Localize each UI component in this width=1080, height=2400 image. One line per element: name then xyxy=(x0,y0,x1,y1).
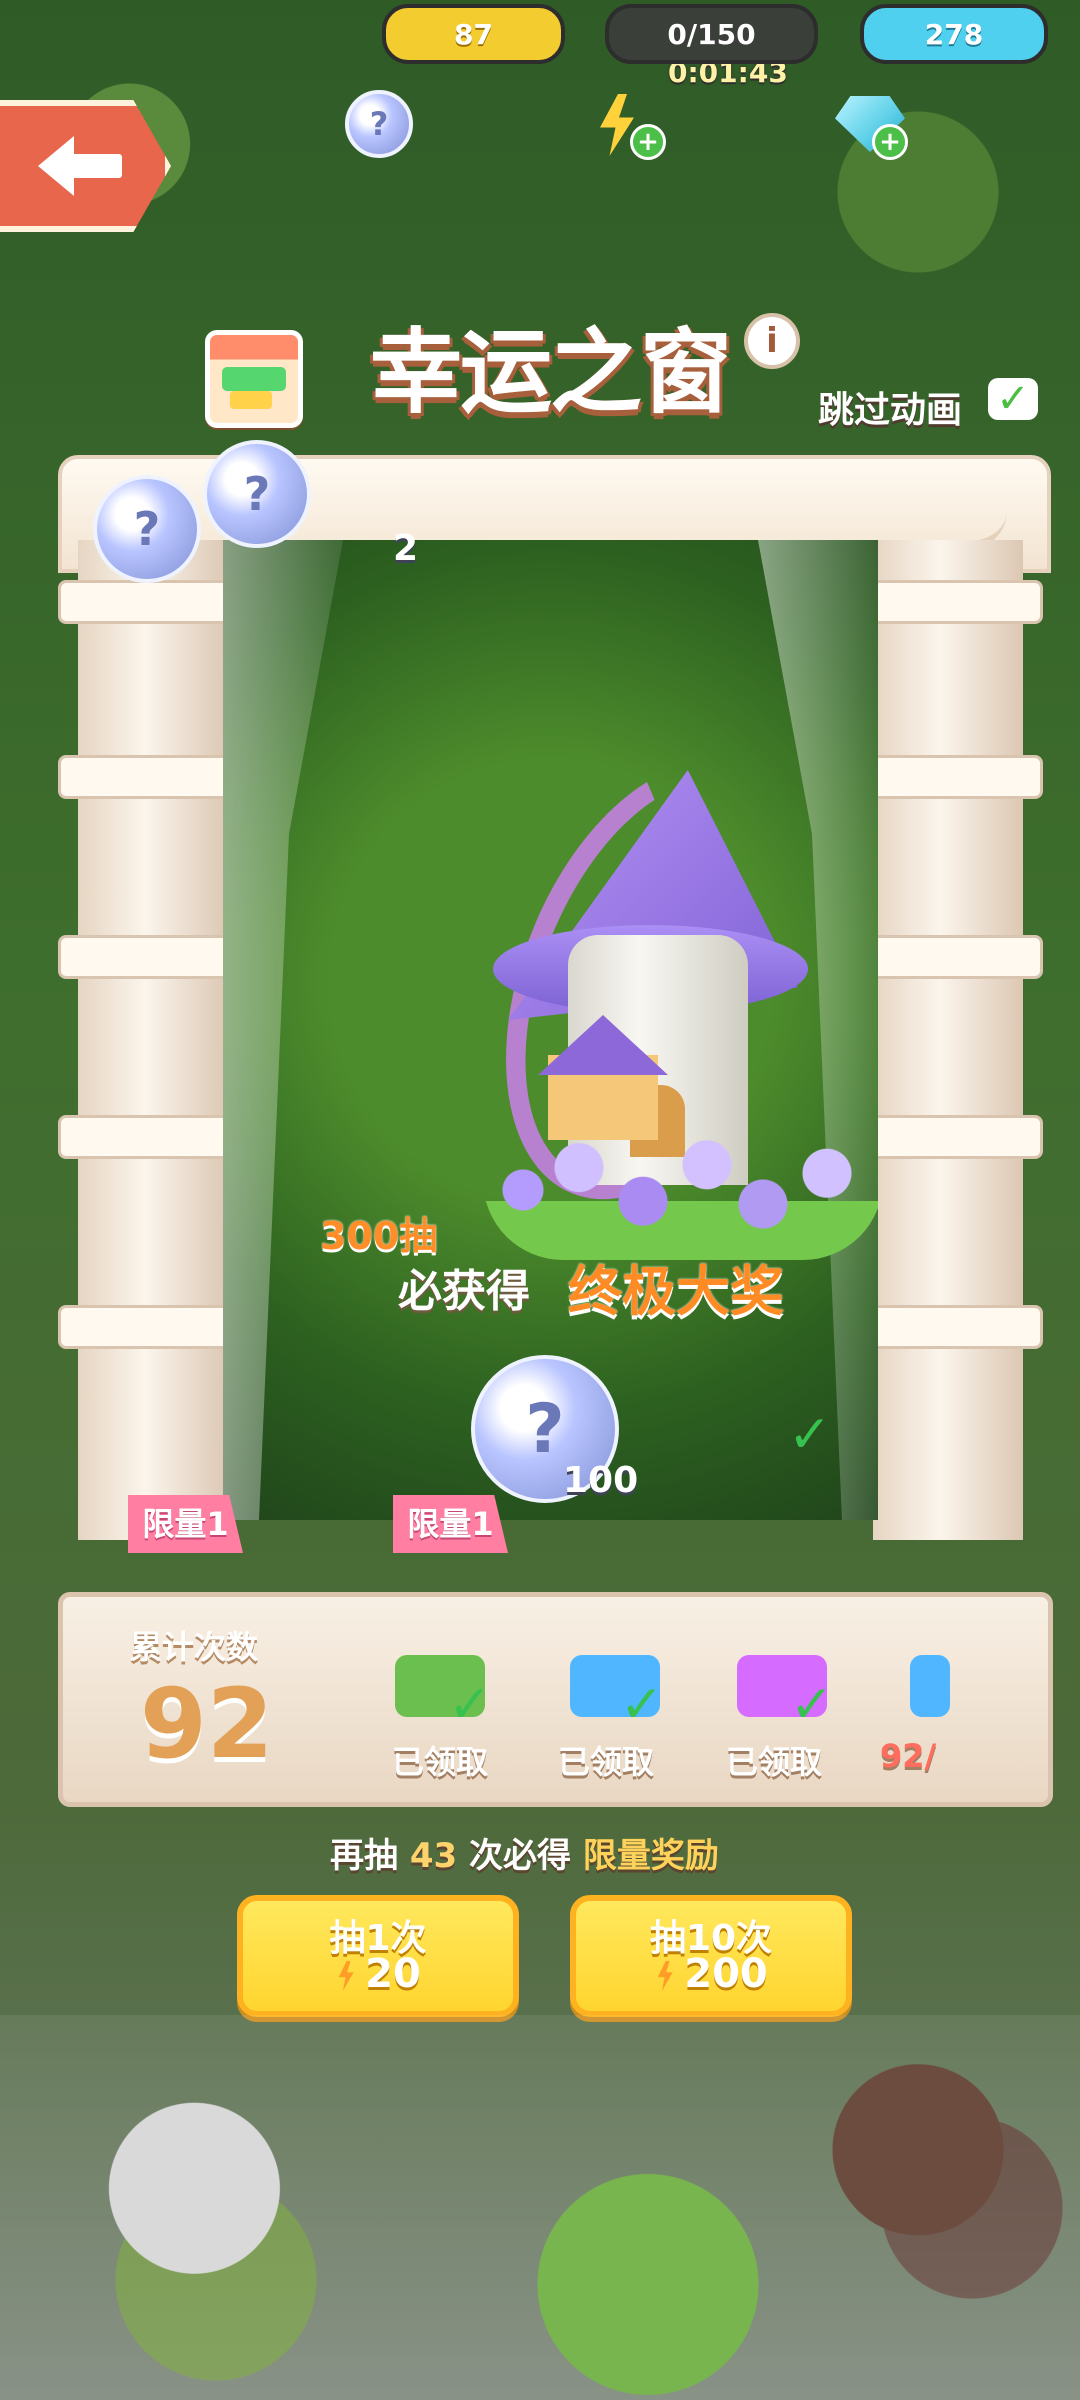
background-map-decor xyxy=(0,2015,1080,2400)
energy-icon xyxy=(657,1961,673,1991)
left-shelf xyxy=(58,1115,239,1159)
cumulative-count-label: 累计次数 xyxy=(130,1628,259,1666)
right-shelf xyxy=(862,580,1043,624)
left-shelf xyxy=(58,1305,239,1349)
back-arrow-icon xyxy=(37,136,128,196)
reward-status: 已领取 xyxy=(392,1743,489,1781)
right-column xyxy=(873,540,1023,1540)
right-shelf xyxy=(862,935,1043,979)
flower-garden xyxy=(483,1120,878,1260)
promo-draw-count: 300抽 xyxy=(320,1214,438,1258)
pity-reward: 限量奖励 xyxy=(582,1836,719,1876)
claimed-check-icon: ✓ xyxy=(620,1675,664,1735)
lucky-window-stage: ? ? 2 ? 100 限量1 限量1 ✓ xyxy=(58,440,1051,1595)
reward-progress: 92/ xyxy=(880,1737,937,1775)
draw-once-cost: 20 xyxy=(243,1951,513,1997)
reward-status: 已领取 xyxy=(726,1743,823,1781)
draw-ten-cost-value: 200 xyxy=(684,1951,768,1997)
promo-grand-prize: 终极大奖 xyxy=(568,1260,784,1323)
pity-info: 再抽 43 次必得 限量奖励 xyxy=(330,1828,719,1877)
gacha-coin-icon: ? xyxy=(93,475,201,583)
shop-icon[interactable] xyxy=(205,330,303,428)
limited-badge: 限量1 xyxy=(128,1495,243,1553)
skip-animation-check-icon[interactable]: ✓ xyxy=(988,378,1038,420)
left-shelf xyxy=(58,755,239,799)
right-shelf xyxy=(862,755,1043,799)
pity-count: 43 xyxy=(409,1836,458,1876)
gem-plus-icon[interactable]: + xyxy=(872,124,908,160)
draw-ten-cost: 200 xyxy=(576,1951,846,1997)
left-column xyxy=(78,540,228,1540)
info-icon[interactable]: i xyxy=(744,313,800,369)
left-shelf xyxy=(58,935,239,979)
event-title: 幸运之窗 xyxy=(369,319,732,426)
claimed-check-icon: ✓ xyxy=(788,1405,832,1465)
draw-ten-button[interactable]: 抽10次 200 xyxy=(570,1895,852,2017)
promo-guarantee-text: 必获得 xyxy=(398,1266,530,1317)
grand-prize-house xyxy=(483,770,878,1270)
reward-status: 已领取 xyxy=(558,1743,655,1781)
left-curtain xyxy=(223,540,343,1520)
cumulative-count-value: 92 xyxy=(140,1668,274,1780)
claimed-check-icon: ✓ xyxy=(448,1675,492,1735)
right-shelf xyxy=(862,1115,1043,1159)
pity-middle: 次必得 xyxy=(469,1836,572,1876)
top-prize-count: 2 xyxy=(393,528,419,569)
draw-once-cost-value: 20 xyxy=(365,1951,421,1997)
energy-balance: 0/150 xyxy=(605,4,818,64)
skip-animation-label: 跳过动画 xyxy=(818,390,963,431)
energy-icon xyxy=(338,1961,354,1991)
right-shelf xyxy=(862,1305,1043,1349)
reward-partial-icon xyxy=(910,1655,950,1717)
center-prize-count: 100 xyxy=(563,1460,639,1501)
gacha-coin-icon: ? xyxy=(203,440,311,548)
limited-badge: 限量1 xyxy=(393,1495,508,1553)
left-shelf xyxy=(58,580,239,624)
gem-balance: 278 xyxy=(860,4,1048,64)
energy-plus-icon[interactable]: + xyxy=(630,124,666,160)
claimed-check-icon: ✓ xyxy=(790,1675,834,1735)
coin-balance: 87 xyxy=(382,4,565,64)
coin-icon: ? xyxy=(345,90,413,158)
draw-once-button[interactable]: 抽1次 20 xyxy=(237,1895,519,2017)
pity-prefix: 再抽 xyxy=(330,1836,398,1876)
